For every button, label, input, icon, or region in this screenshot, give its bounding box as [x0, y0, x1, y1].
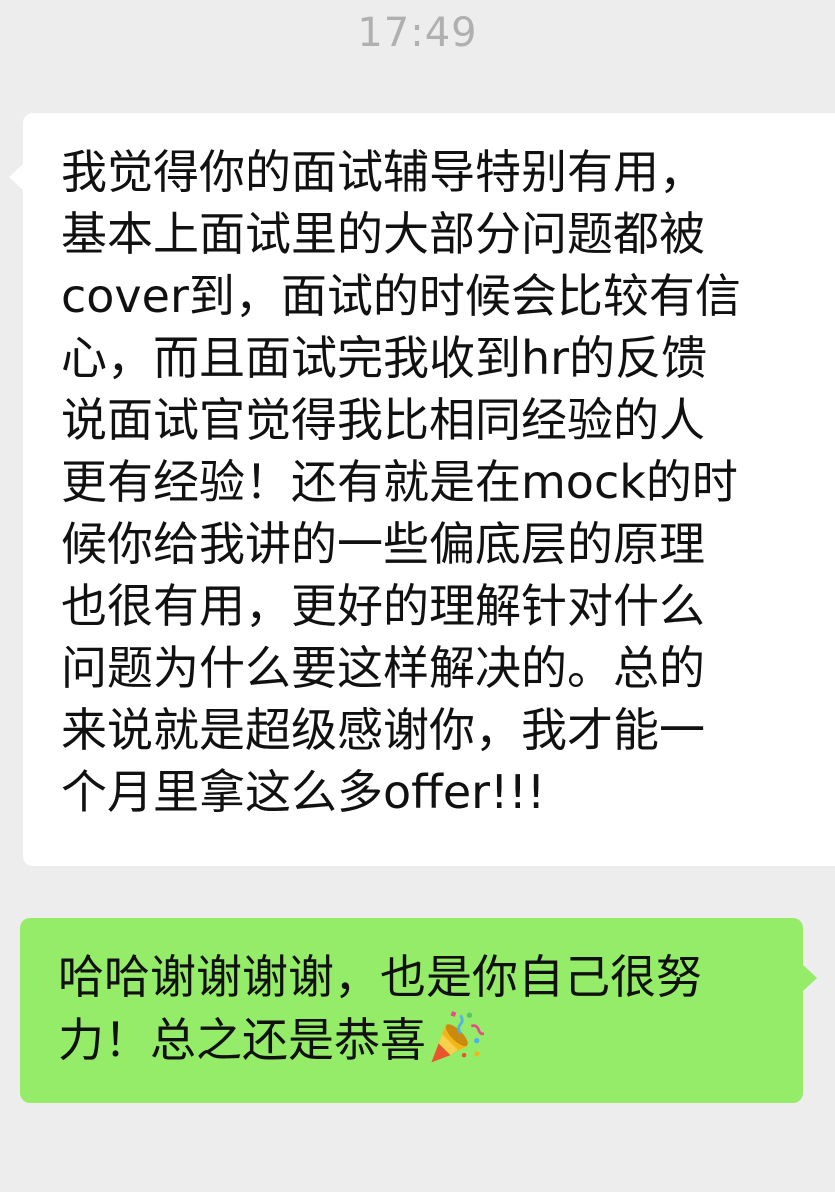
incoming-message-bubble[interactable]: 我觉得你的面试辅导特别有用， 基本上面试里的大部分问题都被 cover到，面试的…: [9, 113, 835, 866]
message-line: 也很有用，更好的理解针对什么: [61, 579, 705, 633]
message-line: 问题为什么要这样解决的。总的: [61, 641, 705, 695]
message-timestamp: 17:49: [357, 10, 478, 56]
message-line-text: 力！总之还是恭喜: [58, 1013, 426, 1067]
chat-screen: 17:49 我觉得你的面试辅导特别有用， 基本上面试里的大部分问题都被 cove…: [0, 0, 835, 1192]
message-line: 个月里拿这么多offer!!!: [61, 765, 546, 819]
message-line-last: 力！总之还是恭喜: [58, 1008, 803, 1071]
party-popper-icon: [431, 1011, 484, 1063]
message-line: cover到，面试的时候会比较有信: [61, 269, 741, 323]
message-line: 更有经验！还有就是在mock的时: [61, 455, 738, 509]
outgoing-message-bubble[interactable]: 哈哈谢谢谢谢，也是你自己很努 力！总之还是恭喜: [20, 918, 817, 1103]
message-line: 候你给我讲的一些偏底层的原理: [61, 517, 705, 571]
next-message-partial: [0, 1180, 835, 1192]
message-line: 来说就是超级感谢你，我才能一: [61, 703, 705, 757]
message-line: 哈哈谢谢谢谢，也是你自己很努: [58, 950, 702, 1004]
message-line: 说面试官觉得我比相同经验的人: [61, 393, 705, 447]
message-line: 我觉得你的面试辅导特别有用，: [61, 145, 705, 199]
message-line: 基本上面试里的大部分问题都被: [61, 207, 705, 261]
message-line: 心，而且面试完我收到hr的反馈: [61, 331, 708, 385]
